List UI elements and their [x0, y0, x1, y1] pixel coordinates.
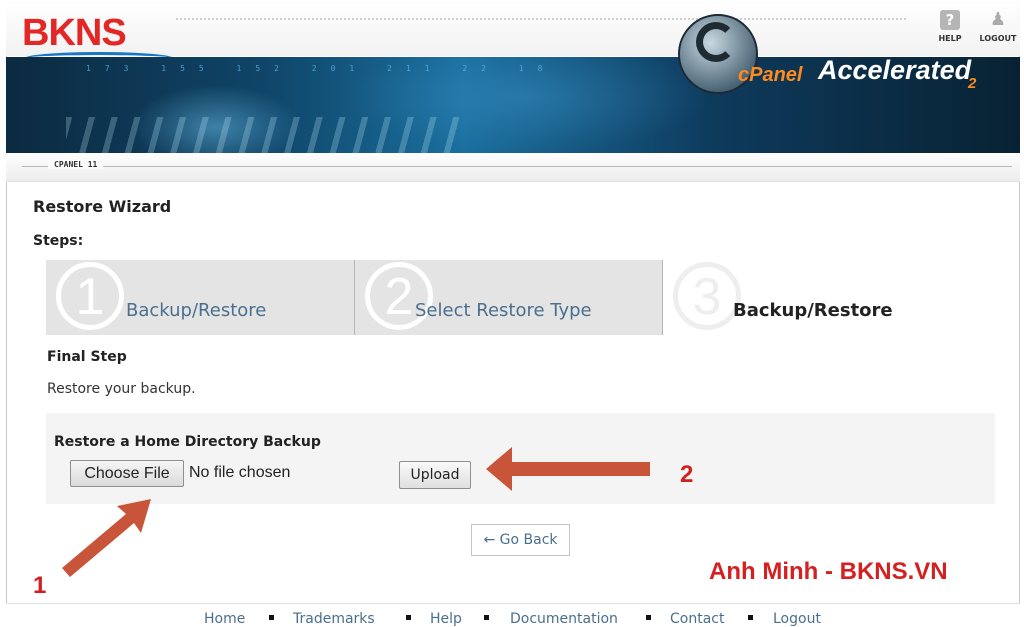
footer-separator: [406, 615, 411, 620]
footer-separator: [748, 615, 753, 620]
footer-separator: [269, 615, 274, 620]
footer-links: Home Trademarks Help Documentation Conta…: [6, 603, 1020, 627]
annotation-arrows: [62, 447, 650, 577]
footer-separator: [646, 615, 651, 620]
arrow-1: [62, 499, 151, 577]
arrow-2: [486, 447, 650, 491]
annotation-2: 2: [680, 461, 694, 488]
footer-separator: [484, 615, 489, 620]
annotation-1: 1: [33, 572, 47, 599]
credit-watermark: Anh Minh - BKNS.VN: [709, 558, 948, 585]
